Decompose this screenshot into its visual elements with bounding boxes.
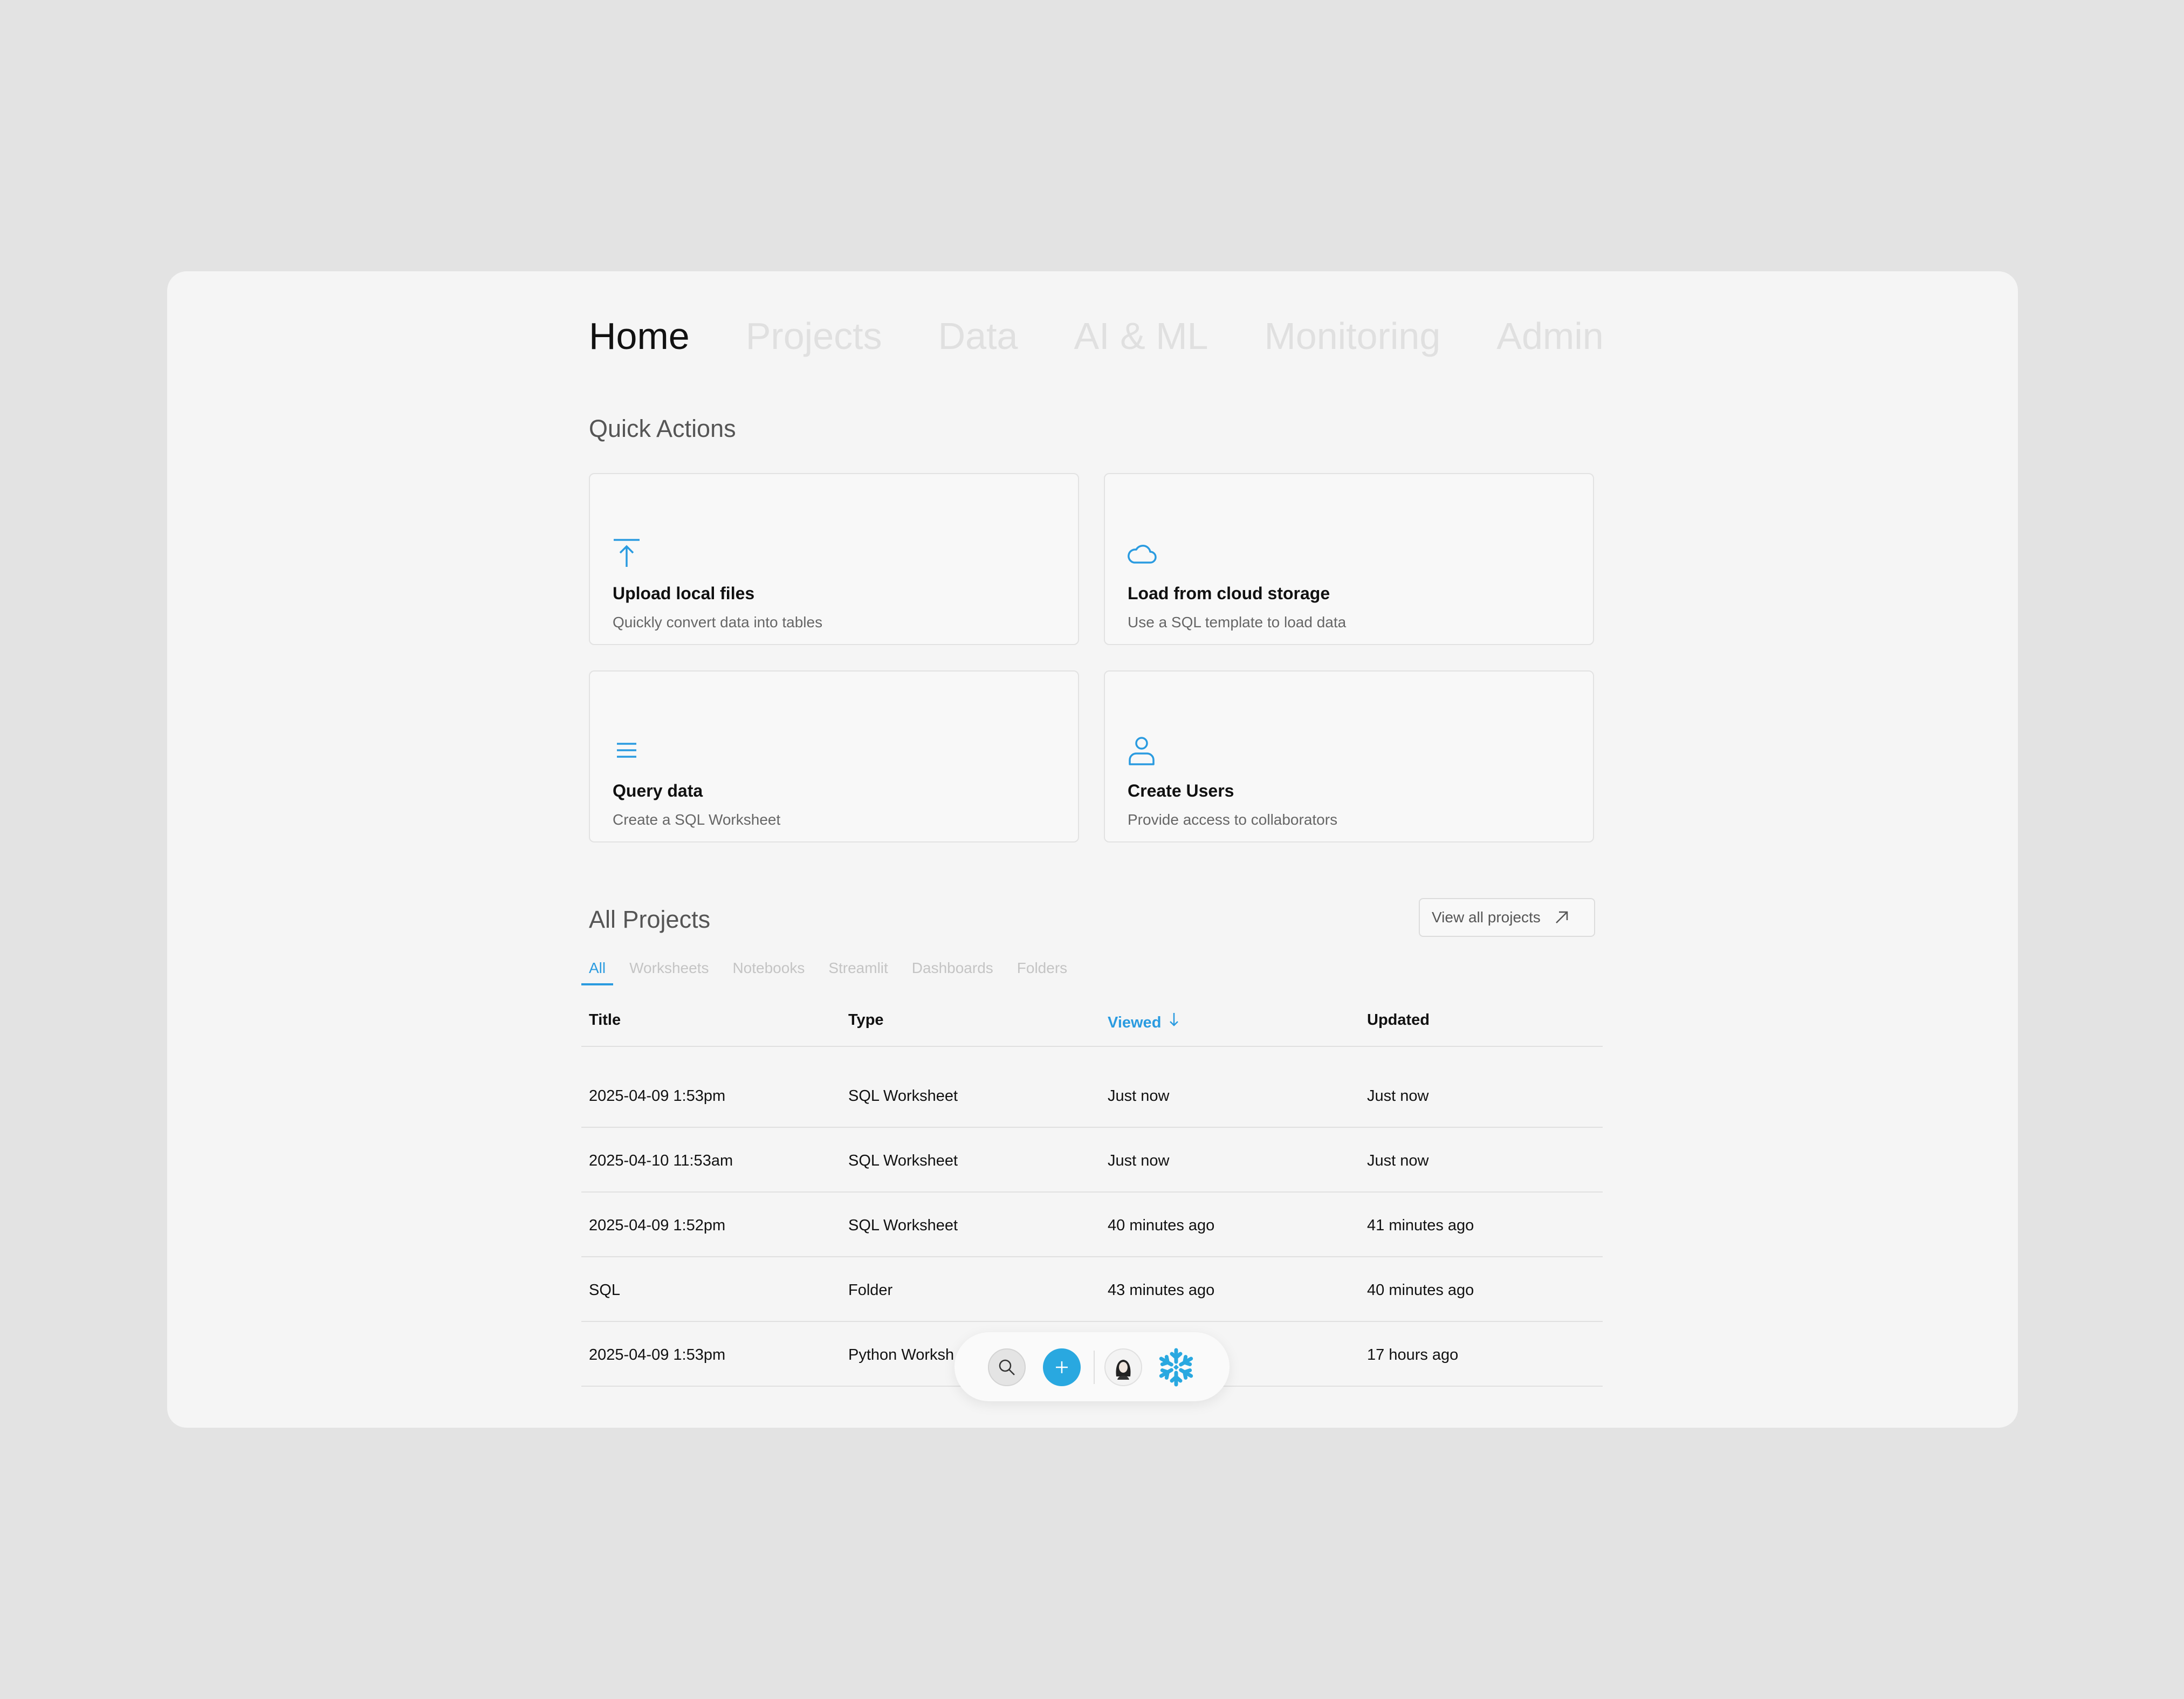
tab-worksheets[interactable]: Worksheets xyxy=(629,960,709,977)
table-row[interactable]: 2025-04-09 1:52pm SQL Worksheet 40 minut… xyxy=(581,1193,1603,1257)
projects-table: Title Type Viewed Updated 2025-04-09 1:5… xyxy=(581,994,1603,1387)
nav-ai-ml[interactable]: AI & ML xyxy=(1074,314,1208,358)
card-title: Load from cloud storage xyxy=(1128,584,1330,603)
column-header-updated[interactable]: Updated xyxy=(1367,1011,1430,1029)
top-nav: Home Projects Data AI & ML Monitoring Ad… xyxy=(589,314,1604,358)
sort-descending-icon xyxy=(1170,1013,1179,1026)
table-row[interactable]: SQL Folder 43 minutes ago 40 minutes ago xyxy=(581,1257,1603,1322)
cell-updated: 40 minutes ago xyxy=(1367,1282,1474,1299)
card-description: Provide access to collaborators xyxy=(1128,811,1338,828)
tab-notebooks[interactable]: Notebooks xyxy=(732,960,805,977)
tab-folders[interactable]: Folders xyxy=(1017,960,1067,977)
cell-type: Python Worksh xyxy=(848,1346,954,1364)
cell-viewed: 43 minutes ago xyxy=(1108,1282,1215,1299)
arrow-up-right-icon xyxy=(1555,911,1568,923)
cell-type: Folder xyxy=(848,1282,893,1299)
nav-admin[interactable]: Admin xyxy=(1496,314,1603,358)
table-row[interactable]: 2025-04-09 1:53pm SQL Worksheet Just now… xyxy=(581,1047,1603,1128)
avatar[interactable] xyxy=(1104,1348,1142,1386)
cell-type: SQL Worksheet xyxy=(848,1217,958,1234)
tab-all[interactable]: All xyxy=(581,960,614,985)
column-header-viewed[interactable]: Viewed xyxy=(1108,1011,1179,1032)
view-all-projects-button[interactable]: View all projects xyxy=(1419,898,1595,937)
card-description: Quickly convert data into tables xyxy=(613,614,823,631)
search-button[interactable] xyxy=(988,1348,1026,1386)
nav-home[interactable]: Home xyxy=(589,314,690,358)
search-icon xyxy=(999,1359,1015,1375)
cell-viewed: Just now xyxy=(1108,1087,1170,1105)
cell-viewed: 40 minutes ago xyxy=(1108,1217,1215,1234)
tab-dashboards[interactable]: Dashboards xyxy=(912,960,993,977)
table-header: Title Type Viewed Updated xyxy=(581,994,1603,1047)
user-avatar-icon xyxy=(1116,1360,1131,1380)
cell-title: 2025-04-09 1:53pm xyxy=(589,1346,726,1364)
cell-title: 2025-04-10 11:53am xyxy=(589,1152,733,1169)
nav-projects[interactable]: Projects xyxy=(746,314,882,358)
all-projects-title: All Projects xyxy=(589,906,711,933)
card-description: Use a SQL template to load data xyxy=(1128,614,1347,631)
create-users-card[interactable]: Create Users Provide access to collabora… xyxy=(1104,670,1594,842)
user-icon xyxy=(1129,737,1155,765)
project-filter-tabs: All Worksheets Notebooks Streamlit Dashb… xyxy=(581,960,1091,985)
cell-type: SQL Worksheet xyxy=(848,1087,958,1105)
tab-streamlit[interactable]: Streamlit xyxy=(828,960,888,977)
snowflake-logo-icon[interactable] xyxy=(1156,1347,1196,1387)
nav-monitoring[interactable]: Monitoring xyxy=(1264,314,1440,358)
cell-updated: Just now xyxy=(1367,1152,1429,1169)
add-button[interactable] xyxy=(1043,1348,1081,1386)
cell-updated: 41 minutes ago xyxy=(1367,1217,1474,1234)
column-header-title[interactable]: Title xyxy=(589,1011,621,1029)
nav-data[interactable]: Data xyxy=(938,314,1018,358)
cloud-icon xyxy=(1128,545,1157,564)
upload-icon xyxy=(614,539,640,567)
list-icon xyxy=(617,743,636,758)
view-all-label: View all projects xyxy=(1432,909,1541,926)
card-title: Query data xyxy=(613,781,703,800)
card-title: Create Users xyxy=(1128,781,1234,800)
plus-icon xyxy=(1056,1361,1068,1373)
quick-actions-title: Quick Actions xyxy=(589,415,736,442)
card-title: Upload local files xyxy=(613,584,755,603)
cell-title: SQL xyxy=(589,1282,621,1299)
column-header-type[interactable]: Type xyxy=(848,1011,884,1029)
load-cloud-storage-card[interactable]: Load from cloud storage Use a SQL templa… xyxy=(1104,473,1594,645)
upload-local-files-card[interactable]: Upload local files Quickly convert data … xyxy=(589,473,1079,645)
cell-type: SQL Worksheet xyxy=(848,1152,958,1169)
cell-updated: Just now xyxy=(1367,1087,1429,1105)
query-data-card[interactable]: Query data Create a SQL Worksheet xyxy=(589,670,1079,842)
floating-toolbar xyxy=(954,1332,1230,1401)
toolbar-divider xyxy=(1094,1351,1095,1384)
cell-updated: 17 hours ago xyxy=(1367,1346,1459,1364)
cell-title: 2025-04-09 1:52pm xyxy=(589,1217,726,1234)
cell-title: 2025-04-09 1:53pm xyxy=(589,1087,726,1105)
cell-viewed: Just now xyxy=(1108,1152,1170,1169)
card-description: Create a SQL Worksheet xyxy=(613,811,781,828)
column-header-viewed-label: Viewed xyxy=(1108,1014,1162,1031)
table-row[interactable]: 2025-04-10 11:53am SQL Worksheet Just no… xyxy=(581,1128,1603,1193)
